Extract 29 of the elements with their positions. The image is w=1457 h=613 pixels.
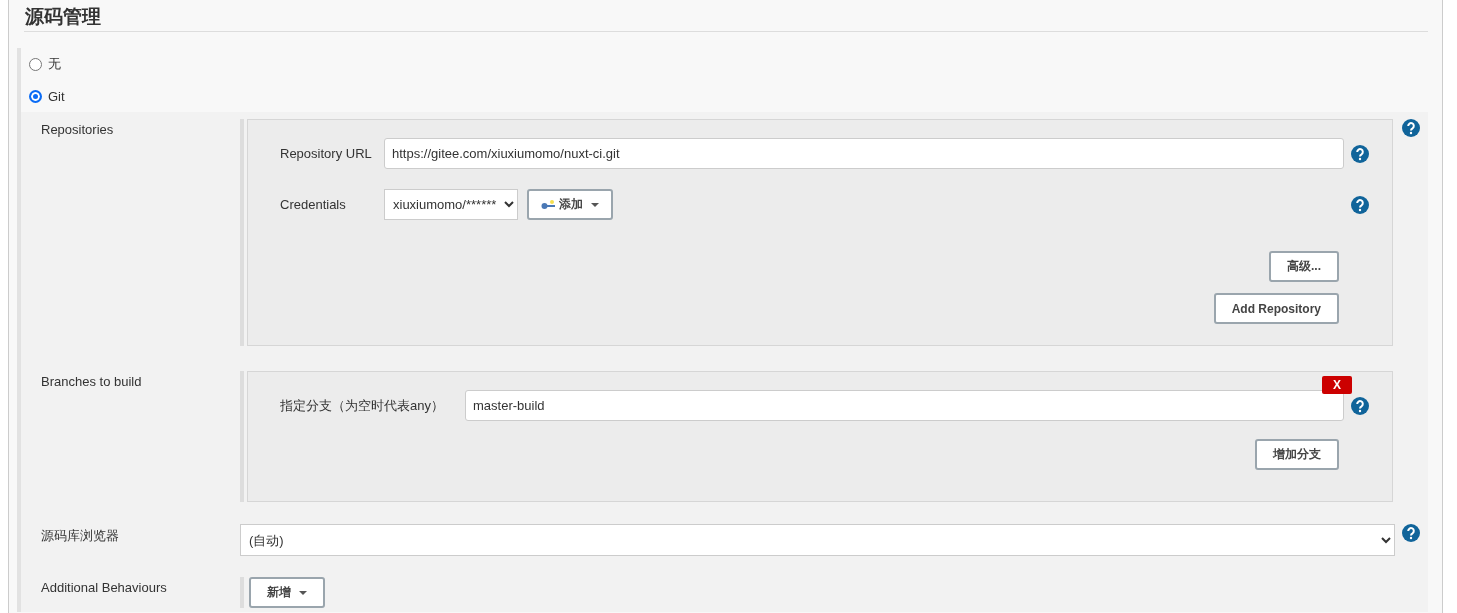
add-button[interactable]: 添加 xyxy=(527,189,613,220)
caret-icon xyxy=(299,590,307,595)
radio-label: 无 xyxy=(48,55,61,73)
credentials-dropdown[interactable]: xiuxiumomo/****** xyxy=(384,189,518,220)
url-field[interactable]: https://gitee.com/xiuxiumomo/nuxt-ci.git xyxy=(384,138,1344,169)
advanced-button[interactable]: 高级... xyxy=(1269,251,1339,282)
field-label: Branches to build xyxy=(41,373,143,389)
caret-icon xyxy=(591,202,599,207)
branch-field[interactable]: master-build xyxy=(465,390,1344,421)
key-icon xyxy=(541,199,555,210)
add-button[interactable]: 新增 xyxy=(249,577,325,608)
field-label: Additional Behaviours xyxy=(41,579,168,595)
help-icon[interactable] xyxy=(1351,195,1369,214)
section-title: 源码管理 xyxy=(24,0,1428,32)
field-label: Credentials xyxy=(280,197,347,212)
help-icon[interactable] xyxy=(1351,396,1369,415)
help-icon[interactable] xyxy=(1402,524,1420,542)
add-repository-button[interactable]: Add Repository xyxy=(1213,293,1339,324)
add-branch-button[interactable]: 增加分支 xyxy=(1255,439,1339,470)
radio-button[interactable] xyxy=(29,89,42,103)
help-icon[interactable] xyxy=(1351,144,1369,163)
browser-dropdown[interactable]: (自动) xyxy=(240,524,1395,556)
help-icon[interactable] xyxy=(1402,119,1420,137)
field-label: 指定分支（为空时代表any） xyxy=(280,396,445,415)
field-label: 源码库浏览器 xyxy=(41,527,120,545)
field-label: Repositories xyxy=(41,121,115,137)
field-label: Repository URL xyxy=(280,146,373,161)
radio-button[interactable] xyxy=(29,57,42,71)
radio-label: Git xyxy=(48,88,65,104)
